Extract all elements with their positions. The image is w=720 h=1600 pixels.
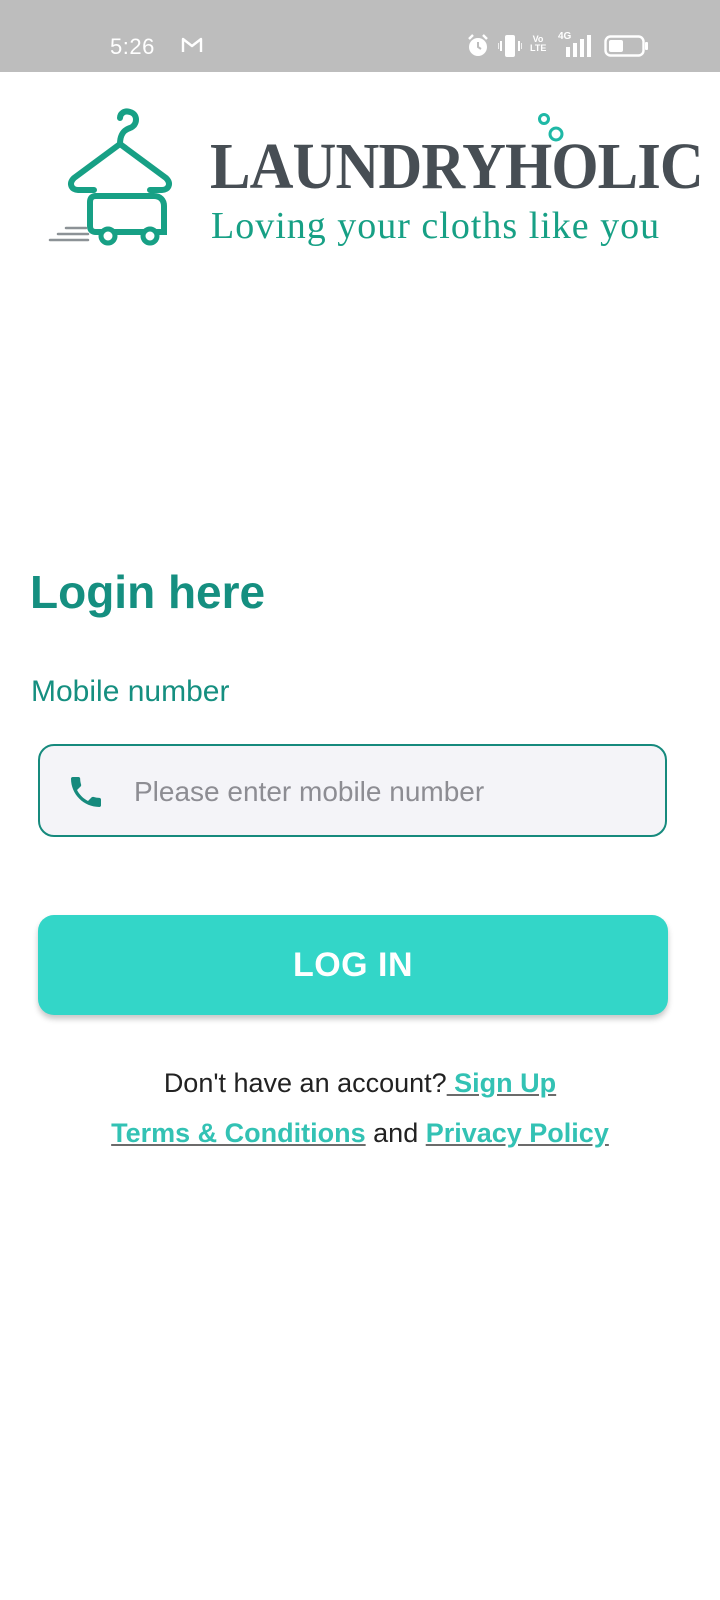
alarm-icon xyxy=(466,33,490,64)
phone-icon xyxy=(66,772,106,817)
mobile-number-input[interactable] xyxy=(132,766,636,818)
brand-name: LAUNDRYHOLIC xyxy=(210,130,704,203)
mobile-number-label: Mobile number xyxy=(31,675,230,708)
vibrate-icon xyxy=(497,33,523,64)
brand-tagline: Loving your cloths like you xyxy=(211,205,661,247)
terms-conditions-link[interactable]: Terms & Conditions xyxy=(111,1118,366,1148)
signup-prompt: Don't have an account? Sign Up xyxy=(0,1066,720,1100)
gmail-icon xyxy=(181,37,203,58)
status-time: 5:26 xyxy=(110,34,155,59)
privacy-policy-link[interactable]: Privacy Policy xyxy=(426,1118,609,1148)
battery-icon xyxy=(604,34,650,63)
mobile-number-field[interactable] xyxy=(38,744,667,837)
no-account-text: Don't have an account? xyxy=(163,1068,447,1098)
sign-up-link[interactable]: Sign Up xyxy=(447,1068,556,1098)
page-title: Login here xyxy=(30,566,266,618)
signal-icon xyxy=(564,33,594,64)
login-button[interactable]: LOG IN xyxy=(38,915,668,1015)
hanger-van-icon xyxy=(48,108,172,246)
and-text: and xyxy=(365,1118,426,1148)
legal-links: Terms & Conditions and Privacy Policy xyxy=(0,1116,720,1150)
bubbles-icon xyxy=(538,113,564,142)
app-logo: LAUNDRYHOLIC Loving your cloths like you xyxy=(48,104,704,254)
volte-icon: Vo LTE xyxy=(530,34,547,53)
status-bar: 5:26 Vo LTE 4G xyxy=(0,0,720,72)
